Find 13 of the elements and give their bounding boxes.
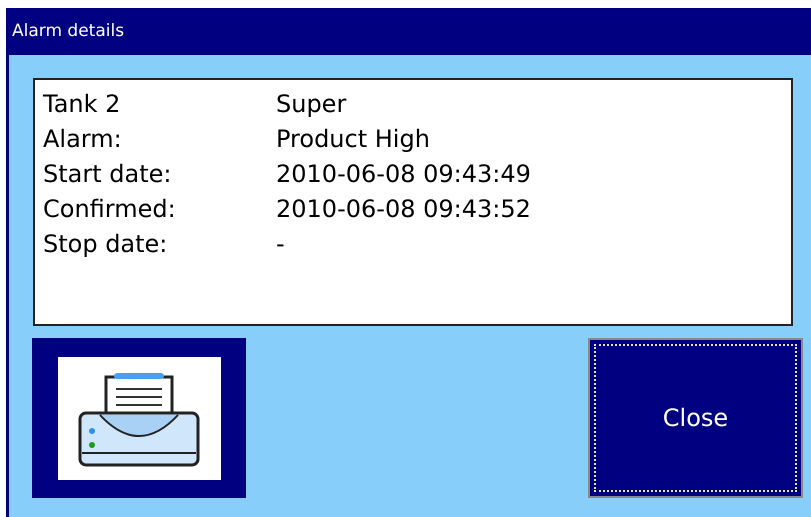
detail-label: Alarm: xyxy=(43,126,123,150)
window-title: Alarm details xyxy=(12,20,124,43)
detail-value: 2010-06-08 09:43:49 xyxy=(276,162,531,186)
print-button[interactable] xyxy=(32,338,246,498)
detail-value: - xyxy=(276,232,285,256)
detail-label: Stop date: xyxy=(43,232,168,256)
detail-label: Tank 2 xyxy=(43,92,122,116)
detail-value: Super xyxy=(276,92,346,116)
detail-label: Start date: xyxy=(43,162,172,186)
detail-value: 2010-06-08 09:43:52 xyxy=(276,196,531,220)
detail-value: Product High xyxy=(276,126,430,150)
close-button[interactable]: Close xyxy=(588,338,803,498)
detail-label: Confirmed: xyxy=(43,196,177,220)
